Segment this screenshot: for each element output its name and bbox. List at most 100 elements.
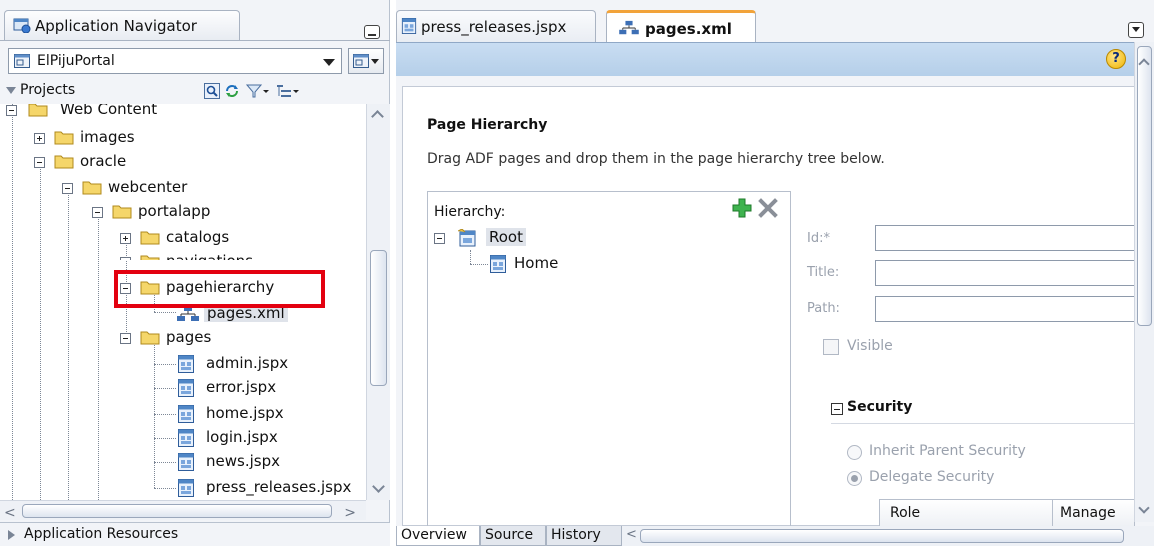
collapse-triangle-icon xyxy=(6,87,16,94)
tree-node-error-jspx[interactable]: error.jspx xyxy=(0,376,366,401)
tree-node-news-jspx[interactable]: news.jspx xyxy=(0,450,366,475)
expand-node-icon[interactable] xyxy=(120,233,131,244)
scrollbar-thumb[interactable] xyxy=(370,250,387,386)
add-node-icon[interactable] xyxy=(732,198,752,218)
tree-node-label: login.jspx xyxy=(206,428,278,446)
help-icon[interactable]: ? xyxy=(1106,49,1126,69)
tree-horizontal-scrollbar[interactable]: < > xyxy=(0,500,366,521)
tree-node-webcenter[interactable]: webcenter xyxy=(0,176,366,201)
editor-tab-bar: press_releases.jspx pages.xml xyxy=(396,0,1154,42)
filter-icon[interactable] xyxy=(246,83,262,99)
hierarchy-node-label: Home xyxy=(514,254,559,272)
tree-node-pages[interactable]: pages xyxy=(0,326,366,351)
scrollbar-thumb[interactable] xyxy=(22,504,332,518)
tree-node-images[interactable]: images xyxy=(0,126,366,151)
hierarchy-node-home[interactable]: Home xyxy=(434,252,634,277)
expand-node-icon[interactable] xyxy=(34,133,45,144)
delegate-security-label: Delegate Security xyxy=(869,469,995,485)
title-field[interactable] xyxy=(875,260,1135,286)
expand-triangle-icon xyxy=(8,530,15,540)
application-resources-accordion[interactable]: Application Resources xyxy=(0,522,390,546)
collapse-node-icon[interactable] xyxy=(434,233,445,244)
application-menu-button[interactable] xyxy=(348,48,384,74)
tree-node-admin-jspx[interactable]: admin.jspx xyxy=(0,352,366,377)
tree-node-navigations[interactable]: navigations xyxy=(0,250,366,260)
tree-node-press-releases-jspx[interactable]: press_releases.jspx xyxy=(0,476,366,500)
editor-vertical-scrollbar[interactable] xyxy=(1134,42,1154,522)
tree-node-label: portalapp xyxy=(138,202,211,220)
collapse-node-icon[interactable] xyxy=(34,157,45,168)
horizontal-scrollbar-thumb[interactable] xyxy=(640,529,1124,543)
search-icon[interactable] xyxy=(204,83,220,99)
collapse-node-icon[interactable] xyxy=(62,183,73,194)
refresh-icon[interactable] xyxy=(224,83,240,99)
tree-node-home-jspx[interactable]: home.jspx xyxy=(0,402,366,427)
collapse-security-icon[interactable] xyxy=(831,403,843,415)
path-label: Path: xyxy=(807,301,840,316)
tree-node-login-jspx[interactable]: login.jspx xyxy=(0,426,366,451)
tab-overview[interactable]: Overview xyxy=(396,526,480,546)
folder-icon xyxy=(54,131,74,145)
scroll-left-icon[interactable]: < xyxy=(4,505,16,521)
tree-node-label: news.jspx xyxy=(206,452,280,470)
manage-column-header[interactable]: Manage xyxy=(1060,505,1116,521)
panel-divider xyxy=(0,40,390,41)
folder-icon xyxy=(140,255,160,260)
folder-icon xyxy=(54,155,74,169)
application-resources-label: Application Resources xyxy=(24,526,179,542)
collapse-node-icon[interactable] xyxy=(120,333,131,344)
highlight-box xyxy=(114,270,325,308)
id-field[interactable] xyxy=(875,225,1135,251)
jspx-file-icon xyxy=(401,18,417,34)
application-navigator-icon xyxy=(13,18,31,33)
role-column-header[interactable]: Role xyxy=(890,505,920,521)
chevron-down-icon xyxy=(371,59,379,64)
tab-history[interactable]: History xyxy=(546,526,622,546)
tree-node-web-content[interactable]: Web Content xyxy=(0,104,366,123)
scroll-up-icon[interactable] xyxy=(371,110,384,123)
tree-node-label: press_releases.jspx xyxy=(206,478,352,496)
tab-source[interactable]: Source xyxy=(480,526,546,546)
delete-node-icon[interactable] xyxy=(758,198,778,218)
tab-pages-xml[interactable]: pages.xml xyxy=(606,10,756,42)
scroll-down-icon[interactable] xyxy=(1138,502,1150,514)
path-field[interactable] xyxy=(875,296,1135,322)
collapse-node-icon[interactable] xyxy=(6,105,17,116)
application-icon xyxy=(14,54,30,68)
inherit-parent-security-label: Inherit Parent Security xyxy=(869,443,1026,459)
application-select[interactable]: ElPijuPortal xyxy=(8,48,342,74)
sort-dropdown-icon[interactable] xyxy=(292,83,300,99)
tab-list-menu-button[interactable] xyxy=(1128,22,1144,38)
expand-node-icon[interactable] xyxy=(120,257,131,260)
scroll-left-icon[interactable]: < xyxy=(626,527,637,542)
tree-node-portalapp[interactable]: portalapp xyxy=(0,200,366,225)
delegate-security-radio[interactable] xyxy=(847,471,862,486)
collapse-node-icon[interactable] xyxy=(92,207,103,218)
tab-label: press_releases.jspx xyxy=(421,18,567,36)
visible-checkbox[interactable] xyxy=(823,339,839,355)
jspx-file-icon xyxy=(178,355,194,373)
tree-node-label: images xyxy=(80,128,135,146)
scroll-right-icon[interactable]: > xyxy=(344,505,356,521)
hierarchy-node-root[interactable]: Root xyxy=(434,226,634,251)
filter-dropdown-icon[interactable] xyxy=(262,83,270,99)
tree-node-oracle[interactable]: oracle xyxy=(0,150,366,175)
scroll-down-icon[interactable] xyxy=(372,480,385,493)
id-label: Id:* xyxy=(807,231,830,246)
inherit-parent-security-radio[interactable] xyxy=(847,445,862,460)
visible-label: Visible xyxy=(847,338,893,354)
sort-options-icon[interactable] xyxy=(276,83,292,99)
projects-accordion-header[interactable]: Projects xyxy=(0,80,390,102)
tree-node-label: webcenter xyxy=(108,178,188,196)
tree-vertical-scrollbar[interactable] xyxy=(366,104,390,500)
tab-press-releases-jspx[interactable]: press_releases.jspx xyxy=(396,10,596,42)
tree-node-catalogs[interactable]: catalogs xyxy=(0,226,366,251)
section-divider xyxy=(831,423,1135,424)
folder-icon xyxy=(112,205,132,219)
folder-icon xyxy=(140,331,160,345)
page-root-icon xyxy=(458,229,476,247)
application-menu-icon xyxy=(353,54,369,68)
application-navigator-tab[interactable]: Application Navigator xyxy=(4,10,240,40)
scrollbar-thumb[interactable] xyxy=(1137,46,1152,326)
minimize-panel-button[interactable] xyxy=(364,25,380,39)
